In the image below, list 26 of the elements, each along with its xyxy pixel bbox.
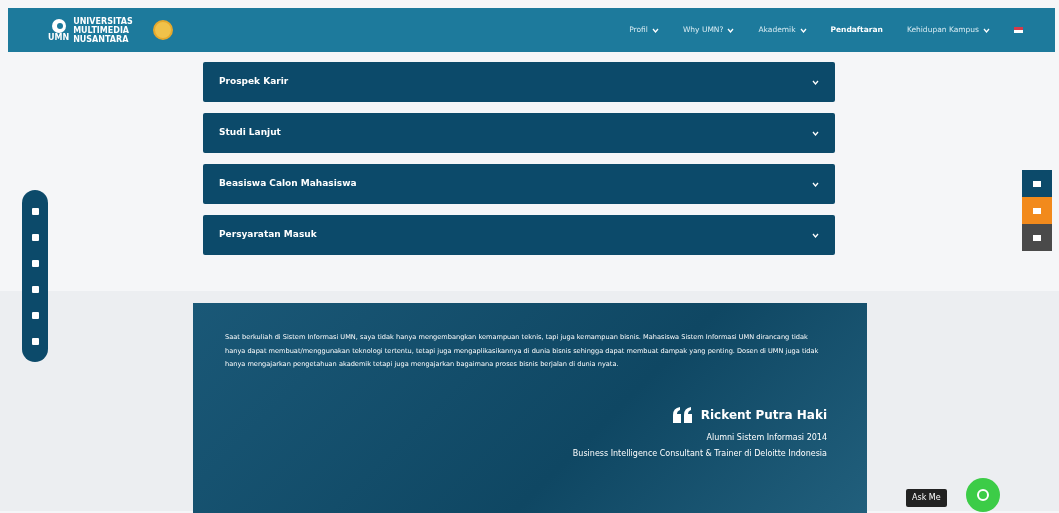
accordion-title: Beasiswa Calon Mahasiswa (219, 177, 357, 191)
person-name: Rickent Putra Haki (700, 406, 827, 424)
logo-circle-icon (51, 18, 66, 33)
logo-text: MULTIMEDIA (73, 25, 131, 35)
chevron-icon (812, 232, 819, 238)
quote-mark-icon (672, 406, 693, 423)
person-position: Business Intelligence Consultant & Trainer di Deloitte Indonesia (572, 447, 827, 460)
accordion-header[interactable]: Beasiswa Calon Mahasiswa (203, 164, 835, 204)
accreditation-badge-icon (152, 20, 173, 40)
accordion-title: Persyaratan Masuk (219, 228, 317, 242)
logo-abbr: UMN (48, 32, 70, 42)
accordion-title: Studi Lanjut (219, 126, 281, 140)
side-widget-button[interactable] (1022, 224, 1052, 251)
chevron-icon (812, 181, 819, 187)
accordion-title: Prospek Karir (219, 75, 289, 89)
chevron-icon (812, 79, 819, 85)
logo-text: NUSANTARA (73, 34, 130, 44)
accordion-header[interactable]: Studi Lanjut (203, 113, 835, 153)
chat-label[interactable]: Ask Me (906, 489, 947, 507)
accordion-header[interactable]: Persyaratan Masuk (203, 215, 835, 255)
flag-icon[interactable] (1014, 27, 1023, 33)
side-widget-button[interactable] (1022, 170, 1052, 197)
person-role: Alumni Sistem Informasi 2014 (706, 431, 827, 444)
accordion-header[interactable]: Prospek Karir (203, 62, 835, 102)
chevron-icon (812, 130, 819, 136)
logo-text: UNIVERSITAS (73, 16, 133, 26)
